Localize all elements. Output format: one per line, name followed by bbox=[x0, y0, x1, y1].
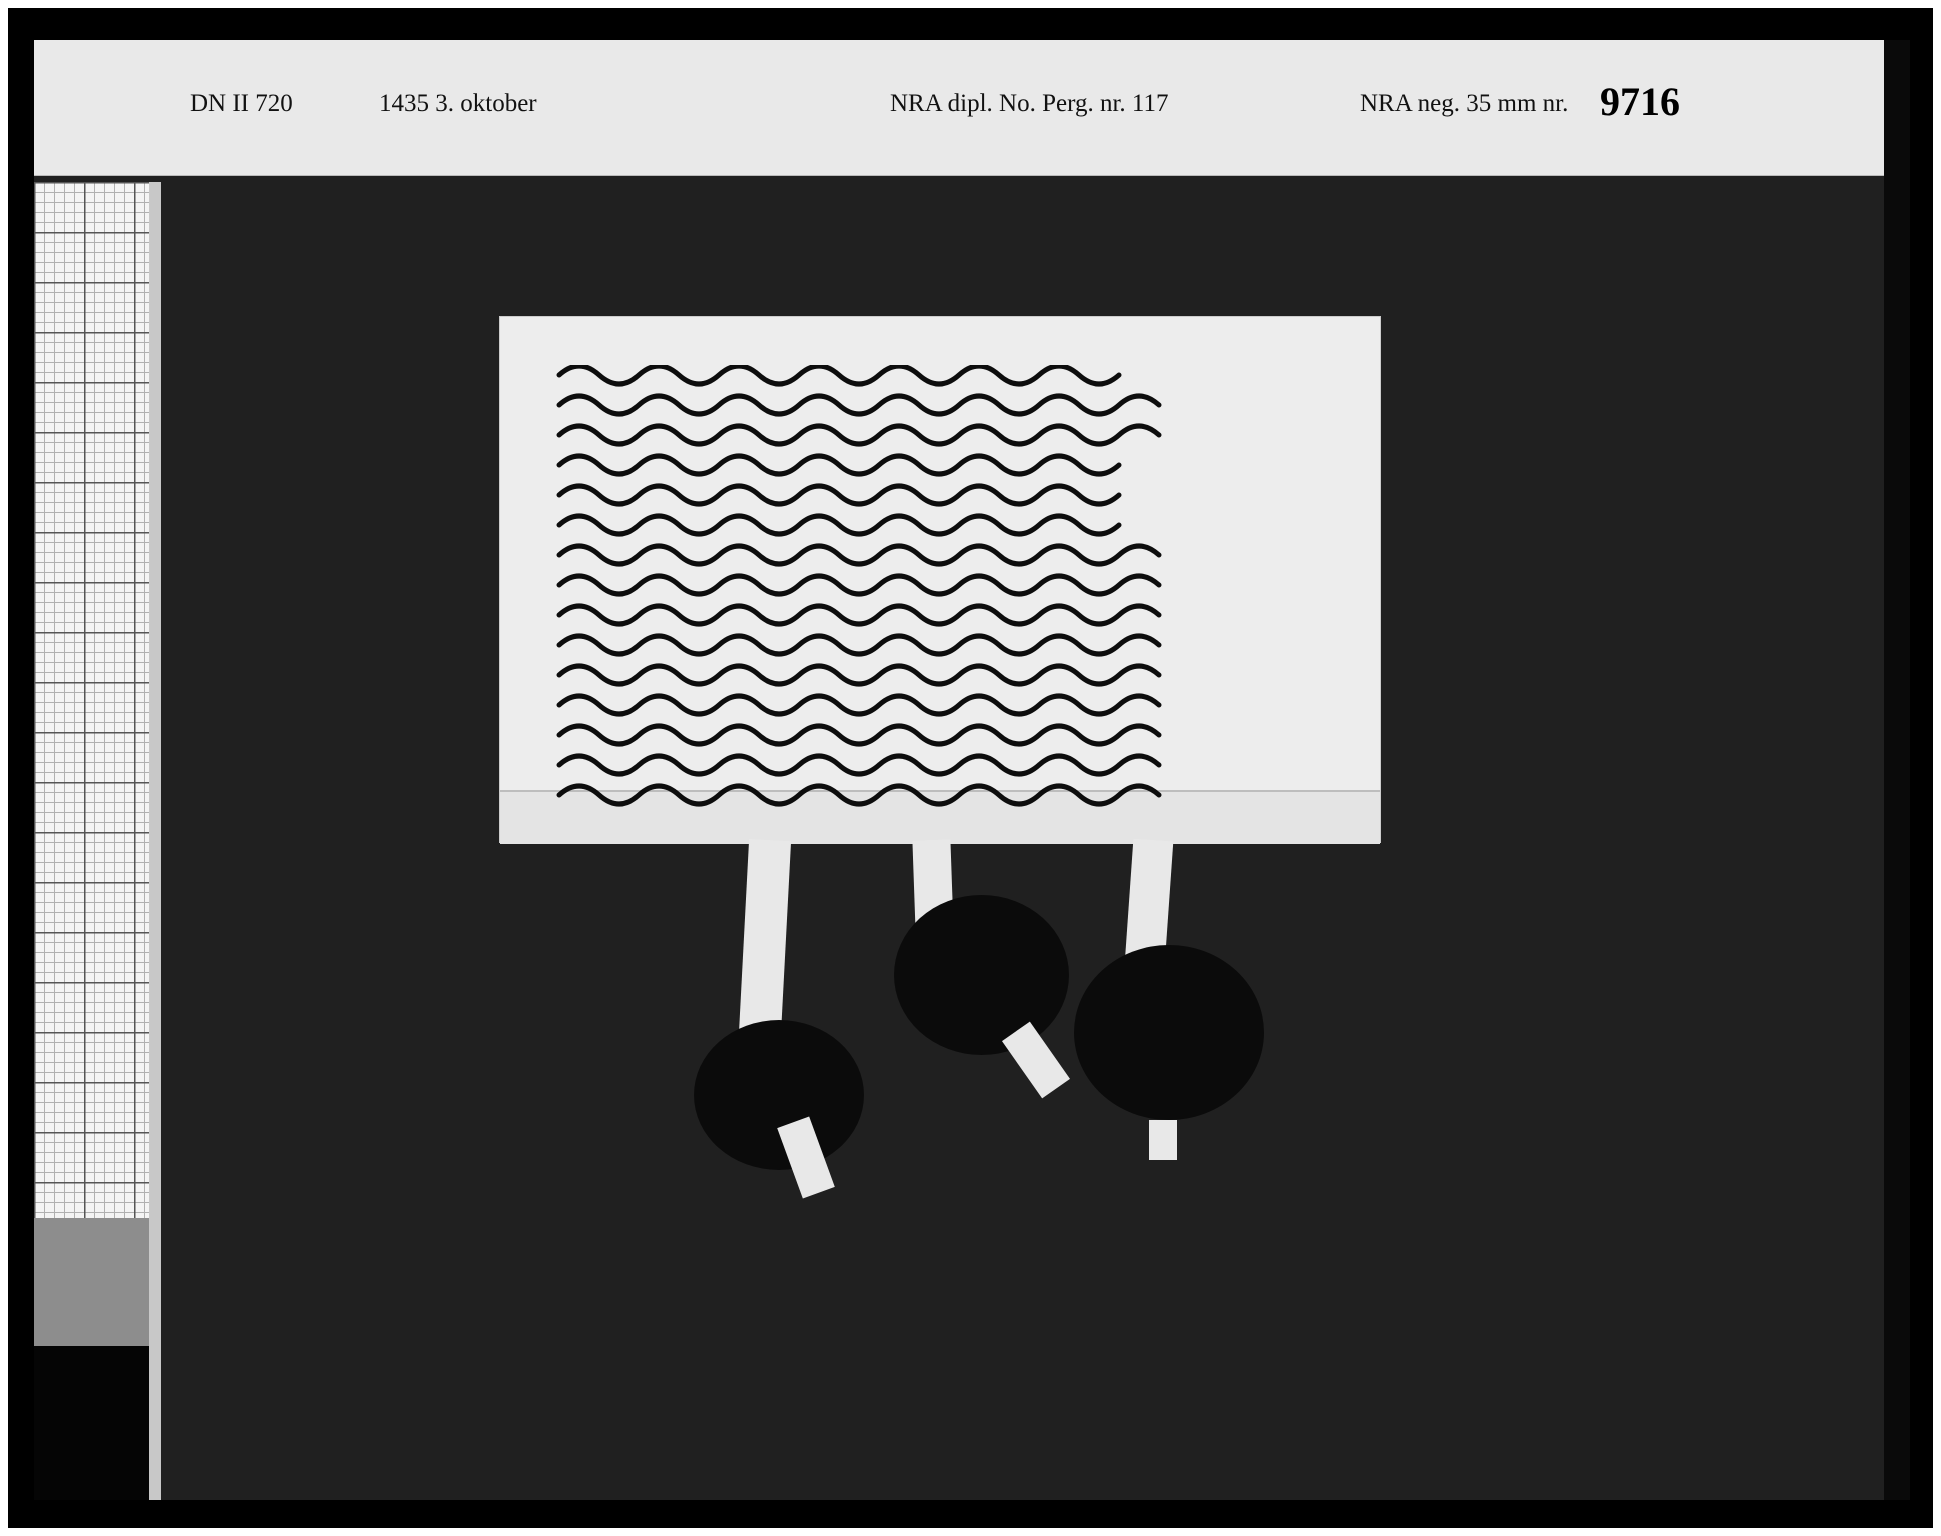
archive-photograph: DN II 720 1435 3. oktober NRA dipl. No. … bbox=[34, 40, 1910, 1500]
tag-end-middle bbox=[1001, 1021, 1071, 1099]
black-reference-block bbox=[34, 1346, 149, 1500]
document-reference: DN II 720 bbox=[190, 90, 293, 117]
wax-seal-left bbox=[694, 1020, 864, 1170]
grey-reference-block bbox=[34, 1218, 149, 1346]
right-border bbox=[1884, 40, 1910, 1500]
wax-seal-right bbox=[1074, 945, 1264, 1120]
handwritten-script bbox=[556, 365, 1162, 807]
scale-grid bbox=[34, 182, 149, 1246]
seal-tag-left bbox=[738, 839, 792, 1036]
catalog-label-strip: DN II 720 1435 3. oktober NRA dipl. No. … bbox=[34, 40, 1884, 176]
document-date: 1435 3. oktober bbox=[379, 90, 537, 117]
archive-reference: NRA dipl. No. Perg. nr. 117 bbox=[890, 90, 1169, 117]
grid-card-edge bbox=[149, 182, 161, 1500]
tag-end-right bbox=[1149, 1120, 1177, 1160]
photo-frame: DN II 720 1435 3. oktober NRA dipl. No. … bbox=[8, 8, 1933, 1528]
negative-label: NRA neg. 35 mm nr. bbox=[1360, 90, 1569, 117]
wax-seal-middle bbox=[894, 895, 1069, 1055]
negative-number: 9716 bbox=[1600, 79, 1680, 124]
